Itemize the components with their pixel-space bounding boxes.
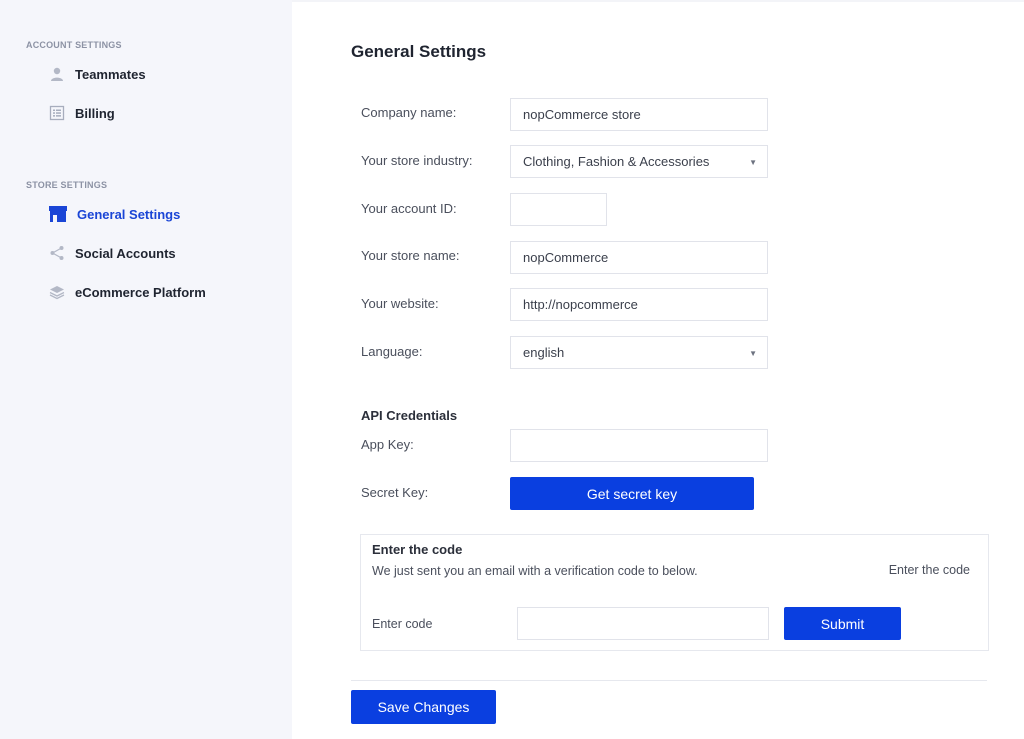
layers-icon (48, 283, 66, 301)
user-icon (48, 65, 66, 83)
sidebar-item-billing[interactable]: Billing (48, 102, 268, 124)
sidebar-item-teammates[interactable]: Teammates (48, 63, 268, 85)
sidebar-item-general-settings[interactable]: General Settings (48, 203, 268, 225)
secret-key-label: Secret Key: (361, 485, 429, 500)
footer-divider (351, 680, 987, 681)
sidebar-item-label: Billing (75, 105, 115, 121)
save-changes-button[interactable]: Save Changes (351, 690, 496, 724)
billing-icon (48, 104, 66, 122)
chevron-down-icon: ▼ (749, 349, 757, 358)
account-id-label: Your account ID: (361, 201, 457, 216)
verification-code-panel: Enter the code We just sent you an email… (360, 534, 989, 651)
account-id-input[interactable] (510, 193, 607, 226)
submit-code-button[interactable]: Submit (784, 607, 901, 640)
page-title: General Settings (351, 42, 487, 61)
verification-hint: Enter the code (888, 563, 970, 577)
language-selected-value: english (523, 345, 565, 360)
chevron-down-icon: ▼ (749, 158, 757, 167)
app-key-label: App Key: (361, 437, 414, 452)
api-credentials-heading: API Credentials (361, 408, 458, 423)
sidebar-item-ecommerce-platform[interactable]: eCommerce Platform (48, 281, 268, 303)
share-icon (48, 244, 66, 262)
store-icon (48, 205, 68, 223)
sidebar-item-label: eCommerce Platform (75, 284, 206, 300)
language-label: Language: (361, 344, 423, 359)
settings-sidebar: ACCOUNT SETTINGS Teammates Billing STORE… (0, 0, 292, 739)
sidebar-item-label: Teammates (75, 66, 146, 82)
settings-main: General Settings Company name: Your stor… (292, 0, 1024, 739)
verification-title: Enter the code (372, 542, 463, 557)
store-name-label: Your store name: (361, 248, 460, 263)
sidebar-item-social-accounts[interactable]: Social Accounts (48, 242, 268, 264)
account-settings-heading: ACCOUNT SETTINGS (26, 40, 122, 50)
industry-select[interactable]: Clothing, Fashion & Accessories ▼ (510, 145, 768, 178)
enter-code-label: Enter code (372, 617, 433, 631)
sidebar-item-label: General Settings (77, 206, 181, 222)
verification-code-input[interactable] (517, 607, 769, 640)
language-select[interactable]: english ▼ (510, 336, 768, 369)
company-name-input[interactable] (510, 98, 768, 131)
website-input[interactable] (510, 288, 768, 321)
store-name-input[interactable] (510, 241, 768, 274)
company-name-label: Company name: (361, 105, 457, 120)
industry-selected-value: Clothing, Fashion & Accessories (523, 154, 710, 169)
industry-label: Your store industry: (361, 153, 473, 168)
app-key-input[interactable] (510, 429, 768, 462)
website-label: Your website: (361, 296, 439, 311)
store-settings-heading: STORE SETTINGS (26, 180, 108, 190)
sidebar-item-label: Social Accounts (75, 245, 176, 261)
get-secret-key-button[interactable]: Get secret key (510, 477, 754, 510)
verification-description: We just sent you an email with a verific… (372, 564, 698, 578)
